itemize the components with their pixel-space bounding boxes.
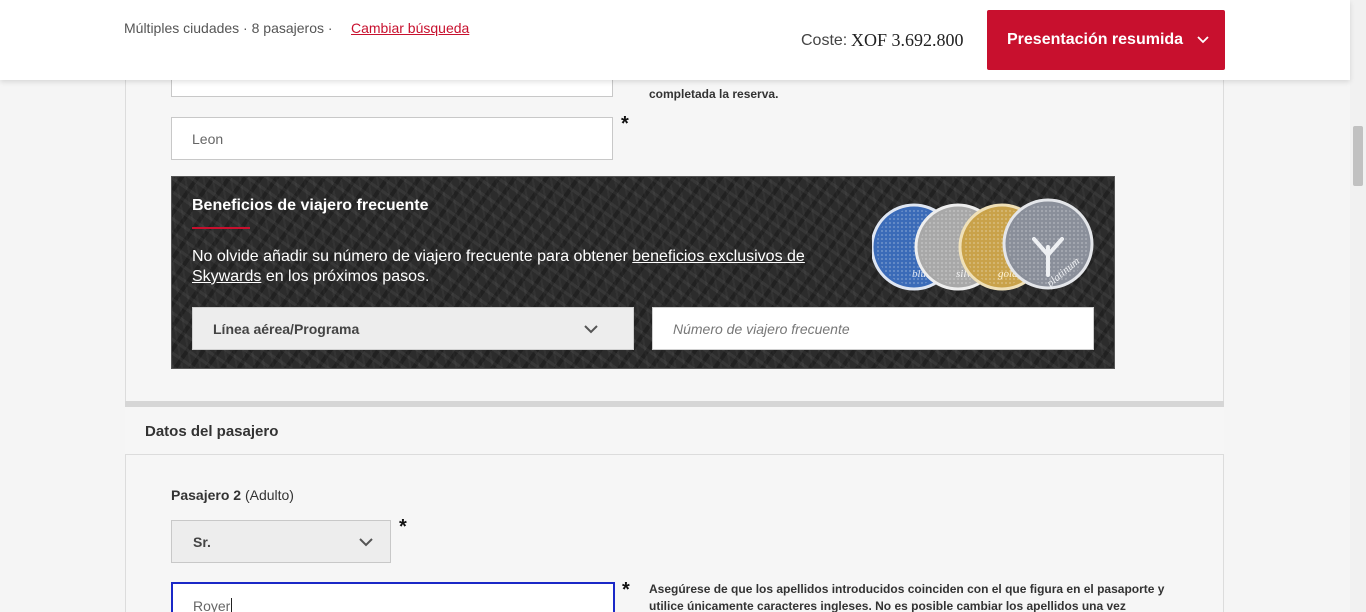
text-cursor	[231, 598, 233, 612]
frequent-flyer-number-input[interactable]: Número de viajero frecuente	[652, 307, 1094, 350]
chevron-down-icon	[359, 538, 373, 547]
passenger2-surname-value: Royer	[193, 598, 231, 612]
chevron-down-icon	[584, 325, 598, 334]
required-mark: *	[621, 113, 629, 135]
page-scrollbar[interactable]	[1350, 0, 1366, 612]
airline-program-label: Línea aérea/Programa	[213, 320, 360, 337]
ff-text-before: No olvide añadir su número de viajero fr…	[192, 248, 628, 265]
section-title: Datos del pasajero	[145, 423, 279, 440]
skywards-tier-medals: blue silver gold platinum	[872, 198, 1094, 291]
passenger2-label: Pasajero 2 (Adulto)	[171, 487, 294, 503]
title-underline	[192, 227, 250, 229]
frequent-flyer-text: No olvide añadir su número de viajero fr…	[192, 247, 832, 287]
required-mark: *	[399, 516, 407, 538]
cost-value: XOF 3.692.800	[851, 30, 964, 50]
ff-text-after: en los próximos pasos.	[265, 268, 430, 285]
ff-number-placeholder: Número de viajero frecuente	[673, 320, 850, 337]
booking-page: completada la reserva. Leon * Beneficios…	[0, 0, 1350, 612]
airline-program-select[interactable]: Línea aérea/Programa	[192, 307, 634, 350]
passenger2-type: (Adulto)	[244, 487, 294, 503]
passenger-data-header: Datos del pasajero	[125, 407, 1224, 455]
passenger2-surname-field[interactable]: Royer	[171, 582, 615, 612]
scrollbar-thumb[interactable]	[1353, 126, 1363, 186]
summary-button-label: Presentación resumida	[1007, 31, 1184, 48]
passenger2-number: Pasajero 2	[171, 487, 242, 503]
passenger2-surname-note: Asegúrese de que los apellidos introduci…	[649, 582, 1165, 612]
search-summary: Múltiples ciudades · 8 pasajeros ·	[124, 20, 333, 36]
passenger2-title-value: Sr.	[193, 533, 211, 550]
medal-platinum: platinum	[1002, 198, 1094, 290]
frequent-flyer-title: Beneficios de viajero frecuente	[192, 197, 429, 214]
cost-label: Coste:	[801, 32, 848, 49]
passenger1-surname-value: Leon	[192, 130, 224, 147]
passenger2-title-select[interactable]: Sr.	[171, 520, 391, 563]
change-search-link[interactable]: Cambiar búsqueda	[351, 20, 469, 36]
frequent-flyer-banner: Beneficios de viajero frecuente No olvid…	[171, 176, 1115, 369]
chevron-down-icon	[1197, 36, 1209, 44]
required-mark: *	[622, 579, 630, 601]
passenger1-surname-field[interactable]: Leon	[171, 117, 613, 160]
passenger1-surname-note: completada la reserva.	[649, 87, 779, 101]
summary-toggle-button[interactable]: Presentación resumida	[987, 10, 1225, 70]
top-header: Múltiples ciudades · 8 pasajeros · Cambi…	[0, 0, 1350, 80]
